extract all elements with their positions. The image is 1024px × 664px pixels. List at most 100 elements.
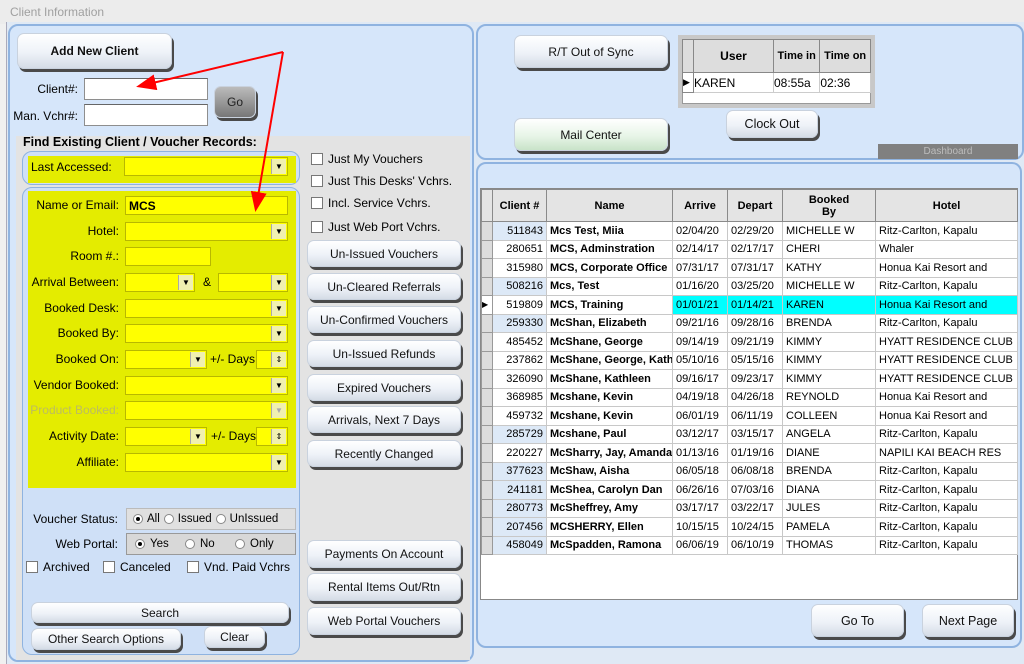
un-confirmed-vouchers-button[interactable]: Un-Confirmed Vouchers	[307, 306, 461, 333]
arrivals-next-7-days-button[interactable]: Arrivals, Next 7 Days	[307, 406, 461, 433]
arrival-to-combo[interactable]: ▼	[218, 273, 288, 292]
col-name[interactable]: Name	[546, 189, 673, 222]
payments-on-account-button[interactable]: Payments On Account	[307, 540, 461, 568]
affiliate-combo[interactable]: ▼	[125, 453, 288, 472]
booked-by-combo[interactable]: ▼	[125, 324, 288, 343]
recently-changed-button[interactable]: Recently Changed	[307, 440, 461, 467]
checkbox-box[interactable]	[311, 175, 323, 187]
col-hotel[interactable]: Hotel	[875, 189, 1018, 222]
table-row[interactable]: 220227 McSharry, Jay, Amanda 01/13/16 01/19…	[481, 443, 1018, 463]
just-my-vouchers-checkbox[interactable]: Just My Vouchers	[311, 152, 423, 166]
manual-voucher-input[interactable]	[84, 104, 208, 126]
mail-center-button[interactable]: Mail Center	[514, 118, 668, 151]
go-to-button[interactable]: Go To	[811, 604, 904, 637]
table-row[interactable]: 241181 McShea, Carolyn Dan 06/26/16 07/03/1…	[481, 480, 1018, 500]
booked-on-days-spinner[interactable]: ⇕	[256, 350, 288, 369]
table-row[interactable]: 280773 McSheffrey, Amy 03/17/17 03/22/17 JUL…	[481, 498, 1018, 518]
row-selector[interactable]	[481, 461, 493, 481]
row-selector[interactable]	[481, 369, 493, 389]
radio-yes[interactable]	[135, 539, 145, 549]
booked-desk-combo[interactable]: ▼	[125, 299, 288, 318]
incl-service-vouchers-checkbox[interactable]: Incl. Service Vchrs.	[311, 196, 431, 210]
row-selector[interactable]	[481, 498, 493, 518]
search-button[interactable]: Search	[31, 602, 289, 623]
last-accessed-combo[interactable]: ▼	[124, 157, 288, 176]
row-selector[interactable]	[481, 535, 493, 555]
row-selector[interactable]	[481, 221, 493, 241]
chevron-down-icon[interactable]: ▼	[271, 326, 286, 341]
web-portal-vouchers-button[interactable]: Web Portal Vouchers	[307, 607, 461, 635]
col-depart[interactable]: Depart	[727, 189, 783, 222]
row-selector[interactable]	[481, 258, 493, 278]
checkbox-box[interactable]	[103, 561, 115, 573]
radio-only[interactable]	[235, 539, 245, 549]
canceled-checkbox[interactable]: Canceled	[103, 560, 171, 574]
col-booked-by[interactable]: Booked By	[782, 189, 876, 222]
col-arrive[interactable]: Arrive	[672, 189, 728, 222]
un-cleared-referrals-button[interactable]: Un-Cleared Referrals	[307, 273, 461, 300]
row-selector[interactable]	[481, 239, 493, 259]
radio-unissued[interactable]	[215, 514, 226, 524]
clock-out-button[interactable]: Clock Out	[726, 110, 818, 138]
chevron-down-icon[interactable]: ▼	[271, 159, 286, 174]
hotel-combo[interactable]: ▼	[125, 222, 288, 241]
radio-no[interactable]	[185, 539, 195, 549]
col-client-number[interactable]: Client #	[492, 189, 547, 222]
go-button[interactable]: Go	[214, 86, 256, 118]
table-row[interactable]: 237862 McShane, George, Kath... 05/10/16 05…	[481, 350, 1018, 370]
checkbox-box[interactable]	[26, 561, 38, 573]
chevron-down-icon[interactable]: ▼	[271, 224, 286, 239]
checkbox-box[interactable]	[187, 561, 199, 573]
archived-checkbox[interactable]: Archived	[26, 560, 90, 574]
activity-days-spinner[interactable]: ⇕	[256, 427, 288, 446]
row-selector[interactable]	[481, 480, 493, 500]
radio-issued[interactable]	[163, 514, 174, 524]
table-row[interactable]: 459732 Mcshane, Kevin 06/01/19 06/11/19 COLL…	[481, 406, 1018, 426]
un-issued-vouchers-button[interactable]: Un-Issued Vouchers	[307, 240, 461, 267]
table-row[interactable]: 511843 Mcs Test, Miia 02/04/20 02/29/20 MICH…	[481, 221, 1018, 241]
table-row[interactable]: 315980 MCS, Corporate Office 07/31/17 07/31…	[481, 258, 1018, 278]
chevron-down-icon[interactable]: ▼	[271, 455, 286, 470]
row-selector[interactable]	[481, 313, 493, 333]
rental-items-button[interactable]: Rental Items Out/Rtn	[307, 573, 461, 601]
just-web-port-checkbox[interactable]: Just Web Port Vchrs.	[311, 220, 440, 234]
row-selector[interactable]	[481, 276, 493, 296]
table-row[interactable]: 259330 McShan, Elizabeth 09/21/16 09/28/16 B…	[481, 313, 1018, 333]
vendor-paid-checkbox[interactable]: Vnd. Paid Vchrs	[187, 560, 290, 574]
other-search-options-button[interactable]: Other Search Options	[31, 628, 181, 650]
row-selector[interactable]	[481, 517, 493, 537]
checkbox-box[interactable]	[311, 221, 323, 233]
table-row[interactable]: 368985 Mcshane, Kevin 04/19/18 04/26/18 REYN…	[481, 387, 1018, 407]
add-new-client-button[interactable]: Add New Client	[17, 33, 172, 69]
row-pointer-icon[interactable]: ▶	[481, 295, 493, 315]
chevron-down-icon[interactable]: ▼	[178, 275, 193, 290]
client-number-input[interactable]	[84, 78, 208, 100]
just-desk-vouchers-checkbox[interactable]: Just This Desks' Vchrs.	[311, 174, 452, 188]
radio-all[interactable]	[133, 514, 143, 524]
row-selector[interactable]	[481, 387, 493, 407]
room-input[interactable]	[125, 247, 211, 266]
next-page-button[interactable]: Next Page	[922, 604, 1014, 637]
arrival-from-combo[interactable]: ▼	[125, 273, 195, 292]
vendor-booked-combo[interactable]: ▼	[125, 376, 288, 395]
chevron-down-icon[interactable]: ▼	[190, 352, 205, 367]
row-selector[interactable]	[481, 332, 493, 352]
table-row[interactable]: 508216 Mcs, Test 01/16/20 03/25/20 MICHELLE …	[481, 276, 1018, 296]
rt-out-of-sync-button[interactable]: R/T Out of Sync	[514, 35, 668, 68]
expired-vouchers-button[interactable]: Expired Vouchers	[307, 374, 461, 401]
table-row[interactable]: 485452 McShane, George 09/14/19 09/21/19 KIM…	[481, 332, 1018, 352]
table-row[interactable]: 285729 Mcshane, Paul 03/12/17 03/15/17 ANGEL…	[481, 424, 1018, 444]
name-email-input[interactable]: MCS	[125, 196, 288, 215]
dashboard-button[interactable]: Dashboard	[878, 144, 1018, 159]
row-selector[interactable]	[481, 350, 493, 370]
table-row[interactable]: 458049 McSpadden, Ramona 06/06/19 06/10/19 T…	[481, 535, 1018, 555]
clear-button[interactable]: Clear	[204, 626, 265, 648]
spinner-arrows-icon[interactable]: ⇕	[271, 352, 286, 367]
chevron-down-icon[interactable]: ▼	[271, 301, 286, 316]
row-selector[interactable]	[481, 443, 493, 463]
checkbox-box[interactable]	[311, 153, 323, 165]
table-row[interactable]: 207456 MCSHERRY, Ellen 10/15/15 10/24/15 PAM…	[481, 517, 1018, 537]
checkbox-box[interactable]	[311, 197, 323, 209]
chevron-down-icon[interactable]: ▼	[190, 429, 205, 444]
row-selector[interactable]	[481, 424, 493, 444]
